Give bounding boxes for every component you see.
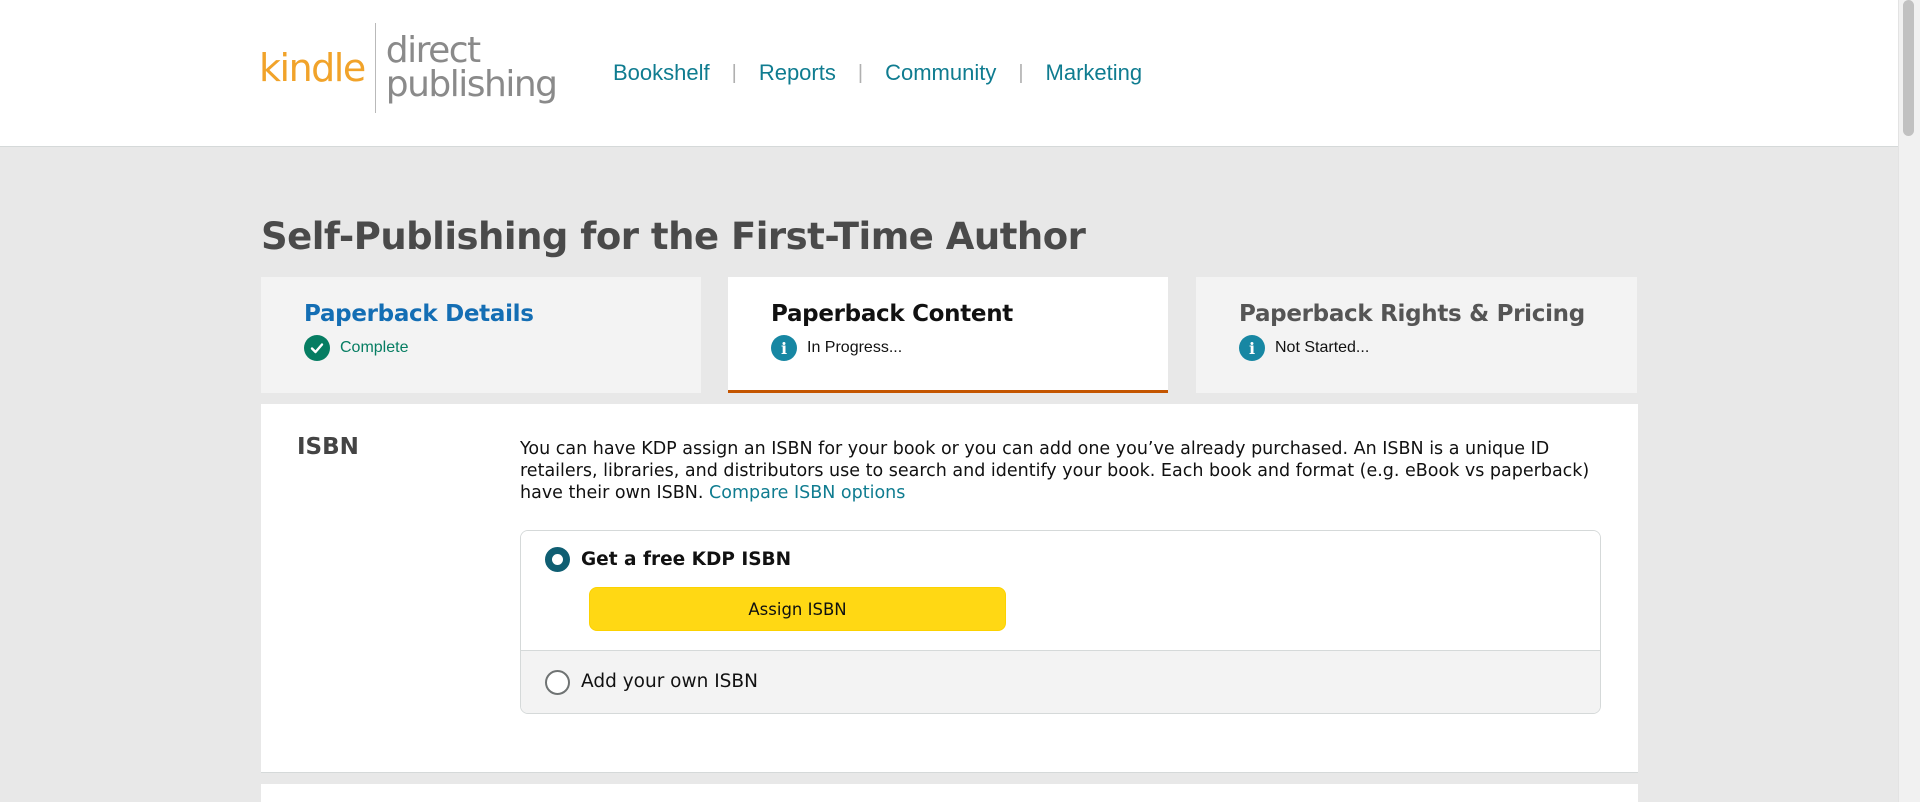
tab-title: Paperback Rights & Pricing	[1239, 301, 1585, 327]
tab-status: i Not Started...	[1239, 335, 1594, 361]
tab-paperback-content[interactable]: Paperback Content i In Progress...	[728, 277, 1168, 393]
nav-separator: |	[857, 61, 864, 84]
main-nav: Bookshelf | Reports | Community | Market…	[613, 60, 1142, 86]
logo-line-2: publishing	[385, 64, 558, 105]
scrollbar-thumb[interactable]	[1903, 0, 1914, 136]
info-icon: i	[1239, 335, 1265, 361]
nav-reports[interactable]: Reports	[759, 60, 836, 86]
next-section	[261, 784, 1638, 802]
isbn-section: ISBN You can have KDP assign an ISBN for…	[261, 404, 1638, 773]
option-own-isbn[interactable]: Add your own ISBN	[521, 651, 1600, 713]
logo-line-1: direct	[385, 30, 481, 71]
nav-separator: |	[731, 61, 737, 84]
tab-paperback-details[interactable]: Paperback Details Complete	[261, 277, 701, 393]
logo-kindle-text: kindle	[259, 46, 366, 90]
page-title: Self-Publishing for the First-Time Autho…	[261, 215, 1086, 258]
page: kindle direct publishing Bookshelf | Rep…	[0, 0, 1920, 802]
nav-separator: |	[1018, 61, 1024, 84]
info-icon: i	[771, 335, 797, 361]
isbn-description-text: You can have KDP assign an ISBN for your…	[520, 439, 1590, 503]
tab-title: Paperback Content	[771, 301, 1014, 327]
compare-isbn-options-link[interactable]: Compare ISBN options	[709, 483, 905, 503]
check-circle-icon	[304, 335, 330, 361]
isbn-description: You can have KDP assign an ISBN for your…	[520, 438, 1610, 504]
isbn-options-box: Get a free KDP ISBN Assign ISBN Add your…	[520, 530, 1601, 714]
isbn-heading: ISBN	[297, 434, 359, 460]
tab-title: Paperback Details	[304, 301, 534, 327]
logo-direct-publishing: direct publishing	[385, 30, 558, 105]
nav-marketing[interactable]: Marketing	[1046, 60, 1143, 86]
status-text: Not Started...	[1275, 339, 1370, 356]
assign-isbn-button[interactable]: Assign ISBN	[589, 587, 1006, 631]
tab-status: Complete	[304, 335, 658, 361]
logo-divider	[374, 23, 376, 113]
option-label[interactable]: Get a free KDP ISBN	[581, 549, 791, 570]
radio-own-isbn[interactable]	[545, 670, 570, 695]
status-text: In Progress...	[807, 339, 903, 356]
kdp-logo[interactable]: kindle direct publishing	[259, 22, 558, 114]
option-label[interactable]: Add your own ISBN	[581, 671, 758, 692]
nav-community[interactable]: Community	[885, 60, 996, 86]
status-text: Complete	[340, 339, 409, 356]
option-free-kdp-isbn[interactable]: Get a free KDP ISBN Assign ISBN	[521, 531, 1600, 651]
tab-status: i In Progress...	[771, 335, 1125, 361]
tab-paperback-rights-pricing[interactable]: Paperback Rights & Pricing i Not Started…	[1196, 277, 1637, 393]
radio-free-kdp-isbn[interactable]	[545, 547, 570, 572]
nav-bookshelf[interactable]: Bookshelf	[613, 60, 710, 86]
top-header: kindle direct publishing Bookshelf | Rep…	[0, 0, 1898, 147]
